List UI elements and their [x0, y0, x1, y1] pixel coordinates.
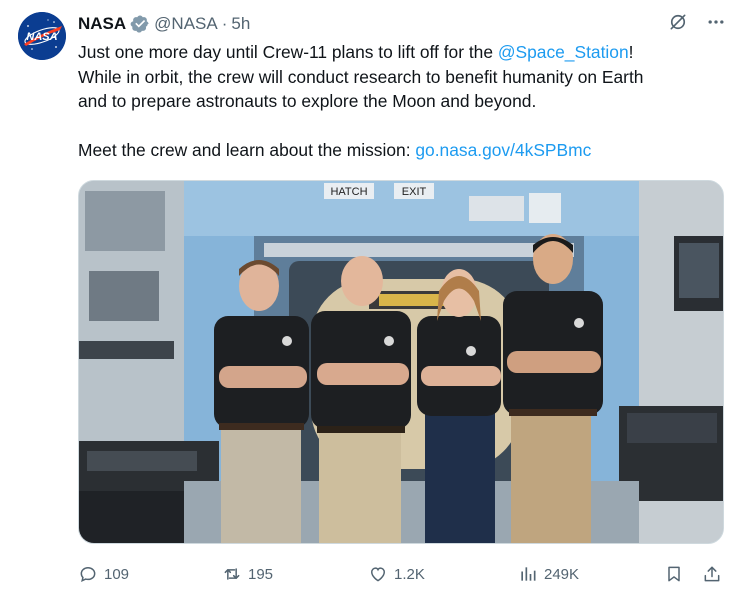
bookmark-icon	[668, 566, 680, 582]
tweet-text-segment: Meet the crew and learn about the missio…	[78, 140, 416, 161]
share-button[interactable]	[702, 564, 722, 584]
action-bar: 109 195 1.2K 249K	[78, 560, 724, 588]
verified-badge-icon[interactable]	[130, 14, 150, 34]
avatar-text: NASA	[26, 31, 57, 43]
url-link[interactable]: go.nasa.gov/4kSPBmc	[415, 140, 591, 160]
author-handle[interactable]: @NASA	[154, 14, 218, 34]
bookmark-button[interactable]	[664, 564, 684, 584]
mention-link[interactable]: @Space_Station	[498, 42, 629, 62]
like-count: 1.2K	[394, 565, 425, 583]
nasa-meatball-logo: NASA	[18, 12, 66, 60]
timestamp[interactable]: 5h	[231, 14, 250, 34]
tweet-line-1: Just one more day until Crew-11 plans to…	[78, 40, 728, 65]
crew-photo-illustration: HATCH EXIT	[79, 181, 723, 543]
reply-button[interactable]: 109	[78, 564, 129, 584]
tweet-header: NASA @NASA · 5h	[78, 12, 250, 36]
tweet[interactable]: NASA NASA @NASA · 5h Just one more day u…	[0, 0, 744, 604]
exit-sign: EXIT	[402, 186, 427, 198]
tweet-line-3: and to prepare astronauts to explore the…	[78, 91, 537, 112]
views-button[interactable]: 249K	[518, 564, 579, 584]
more-options-icon[interactable]	[706, 12, 726, 32]
tweet-text-segment: !	[628, 42, 634, 62]
tweet-photo[interactable]: HATCH EXIT	[78, 180, 724, 544]
tweet-text: Just one more day until Crew-11 plans to…	[78, 40, 728, 163]
heart-icon	[370, 567, 386, 582]
hatch-sign: HATCH	[330, 186, 367, 198]
top-right-controls	[668, 12, 726, 32]
views-chart-icon	[521, 567, 536, 581]
like-button[interactable]: 1.2K	[368, 564, 425, 584]
view-count: 249K	[544, 565, 580, 583]
grok-icon[interactable]	[668, 12, 688, 32]
tweet-line-5: Meet the crew and learn about the missio…	[78, 138, 728, 163]
separator-dot: ·	[221, 14, 228, 33]
repost-button[interactable]: 195	[222, 564, 273, 584]
repost-count: 195	[248, 565, 274, 583]
tweet-text-segment: Just one more day until Crew-11 plans to…	[78, 42, 498, 62]
repost-icon	[224, 568, 240, 580]
reply-icon	[80, 566, 96, 582]
reply-count: 109	[104, 565, 130, 583]
author-name[interactable]: NASA	[78, 14, 126, 34]
avatar[interactable]: NASA	[18, 12, 66, 60]
tweet-line-2: While in orbit, the crew will conduct re…	[78, 66, 644, 87]
share-icon	[704, 566, 720, 582]
